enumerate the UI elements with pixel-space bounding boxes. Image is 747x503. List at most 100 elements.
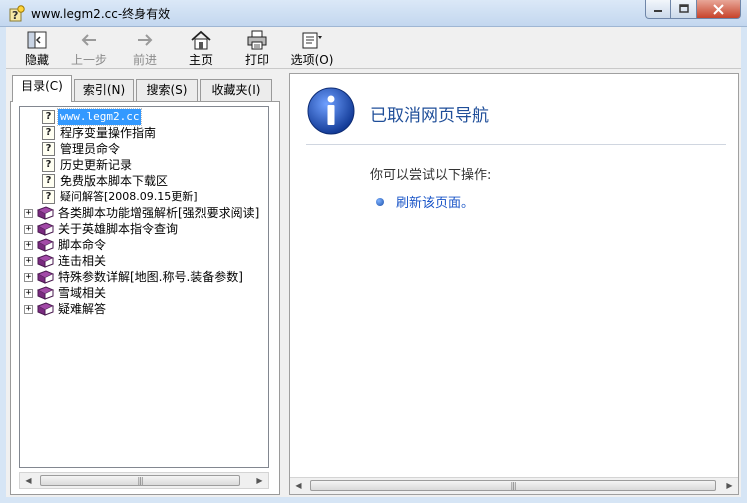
closed-book-icon: [37, 254, 54, 268]
expand-toggle[interactable]: +: [24, 289, 33, 298]
closed-book-icon: [37, 302, 54, 316]
window-title: www.legm2.cc-终身有效: [31, 7, 171, 21]
forward-label: 前进: [132, 53, 157, 67]
back-button[interactable]: 上一步: [64, 29, 114, 67]
expand-toggle[interactable]: +: [24, 241, 33, 250]
scroll-right-arrow-icon[interactable]: ▶: [721, 478, 738, 493]
scroll-left-arrow-icon[interactable]: ◀: [290, 478, 307, 493]
contents-tree[interactable]: ? www.legm2.cc ? 程序变量操作指南 ? 管理员命令 ? 历史更新…: [19, 106, 269, 468]
tree-item-book[interactable]: + 连击相关: [20, 253, 260, 269]
hide-label: 隐藏: [24, 53, 49, 67]
tab-contents[interactable]: 目录(C): [12, 75, 72, 102]
tree-item-book[interactable]: + 脚本命令: [20, 237, 260, 253]
back-arrow-icon: [81, 34, 96, 46]
tree-item-book[interactable]: + 各类脚本功能增强解析[强烈要求阅读]: [20, 205, 268, 221]
tree-item-label: 关于英雄脚本指令查询: [58, 222, 179, 236]
hide-button[interactable]: 隐藏: [12, 29, 62, 67]
suggestion-text: 你可以尝试以下操作:: [370, 168, 492, 183]
refresh-page-link[interactable]: 刷新该页面。: [396, 192, 474, 211]
tree-item-page[interactable]: ? www.legm2.cc: [20, 108, 260, 126]
closed-book-icon: [37, 270, 54, 284]
scroll-right-arrow-icon[interactable]: ▶: [251, 473, 268, 488]
help-page-icon: ?: [42, 142, 55, 156]
navigation-pane: 目录(C) 索引(N) 搜索(S) 收藏夹(I) ? www.legm2.cc …: [10, 73, 280, 495]
tab-index[interactable]: 索引(N): [74, 79, 134, 101]
tree-horizontal-scrollbar[interactable]: ◀ ||| ▶: [19, 472, 269, 489]
tree-item-book[interactable]: + 关于英雄脚本指令查询: [20, 221, 260, 237]
forward-button[interactable]: 前进: [120, 29, 170, 67]
help-page-icon: ?: [42, 190, 55, 204]
help-page-icon: ?: [42, 110, 55, 124]
home-label: 主页: [188, 53, 213, 67]
tab-body: ? www.legm2.cc ? 程序变量操作指南 ? 管理员命令 ? 历史更新…: [10, 101, 280, 495]
close-icon: [713, 3, 724, 15]
expand-toggle[interactable]: +: [24, 273, 33, 282]
tab-favorites[interactable]: 收藏夹(I): [200, 79, 272, 101]
help-app-icon: ?: [9, 5, 25, 22]
tree-item-book[interactable]: + 特殊参数详解[地图.称号.装备参数]: [20, 269, 268, 285]
page-title: 已取消网页导航: [370, 106, 489, 126]
tree-item-page[interactable]: ? 管理员命令: [20, 141, 260, 157]
tab-search[interactable]: 搜索(S): [136, 79, 198, 101]
options-icon: [302, 32, 322, 49]
tree-item-label: 免费版本脚本下载区: [60, 174, 169, 188]
print-button[interactable]: 打印: [232, 29, 282, 67]
tree-item-label: 疑难解答: [58, 302, 107, 316]
expand-toggle[interactable]: +: [24, 209, 33, 218]
tree-item-book[interactable]: + 雪域相关: [20, 285, 260, 301]
bullet-icon: [376, 198, 384, 206]
print-label: 打印: [244, 53, 269, 67]
tree-item-label: 疑问解答[2008.09.15更新]: [60, 190, 198, 203]
expand-toggle[interactable]: +: [24, 257, 33, 266]
forward-arrow-icon: [138, 34, 153, 46]
options-button[interactable]: 选项(O): [286, 29, 338, 67]
tree-item-label: 连击相关: [58, 254, 107, 268]
tree-item-label: 程序变量操作指南: [60, 126, 157, 140]
tree-item-label: 历史更新记录: [60, 158, 133, 172]
maximize-icon: [678, 4, 689, 13]
toolbar: 隐藏 上一步 前进 主页 打印 选项(O): [6, 27, 741, 69]
nav-tabs: 目录(C) 索引(N) 搜索(S) 收藏夹(I): [10, 73, 280, 102]
tree-item-page[interactable]: ? 历史更新记录: [20, 157, 260, 173]
home-icon: [191, 30, 211, 50]
hide-pane-icon: [27, 31, 47, 49]
closed-book-icon: [37, 206, 54, 220]
scroll-thumb[interactable]: |||: [40, 475, 240, 486]
back-label: 上一步: [70, 53, 107, 67]
tree-item-label: 脚本命令: [58, 238, 107, 252]
scroll-left-arrow-icon[interactable]: ◀: [20, 473, 37, 488]
tree-item-label: 管理员命令: [60, 142, 121, 156]
tree-item-page[interactable]: ? 免费版本脚本下载区: [20, 173, 260, 189]
tree-item-page[interactable]: ? 疑问解答[2008.09.15更新]: [20, 189, 260, 205]
help-page-icon: ?: [42, 126, 55, 140]
home-button[interactable]: 主页: [176, 29, 226, 67]
closed-book-icon: [37, 222, 54, 236]
tree-item-book[interactable]: + 疑难解答: [20, 301, 260, 317]
tree-item-label: 特殊参数详解[地图.称号.装备参数]: [58, 270, 243, 284]
help-page-icon: ?: [42, 158, 55, 172]
maximize-button[interactable]: [671, 0, 697, 19]
minimize-button[interactable]: [645, 0, 671, 19]
minimize-icon: [654, 10, 662, 12]
tree-item-label: 各类脚本功能增强解析[强烈要求阅读]: [58, 206, 260, 220]
options-label: 选项(O): [290, 53, 334, 67]
tree-item-label: 雪域相关: [58, 286, 107, 300]
expand-toggle[interactable]: +: [24, 305, 33, 314]
closed-book-icon: [37, 238, 54, 252]
title-bar: ? www.legm2.cc-终身有效: [0, 0, 747, 27]
tree-item-page[interactable]: ? 程序变量操作指南: [20, 125, 260, 141]
content-pane: 已取消网页导航 你可以尝试以下操作: 刷新该页面。 ◀ ||| ▶: [289, 73, 739, 495]
close-button[interactable]: [697, 0, 741, 19]
svg-text:?: ?: [12, 9, 18, 22]
closed-book-icon: [37, 286, 54, 300]
window-controls: [645, 0, 741, 19]
help-page-icon: ?: [42, 174, 55, 188]
main-area: 目录(C) 索引(N) 搜索(S) 收藏夹(I) ? www.legm2.cc …: [6, 69, 741, 497]
content-horizontal-scrollbar[interactable]: ◀ ||| ▶: [290, 477, 738, 494]
divider: [306, 144, 726, 145]
info-icon: [307, 87, 355, 135]
tree-item-label: www.legm2.cc: [56, 108, 143, 126]
expand-toggle[interactable]: +: [24, 225, 33, 234]
printer-icon: [247, 30, 267, 50]
scroll-thumb[interactable]: |||: [310, 480, 716, 491]
